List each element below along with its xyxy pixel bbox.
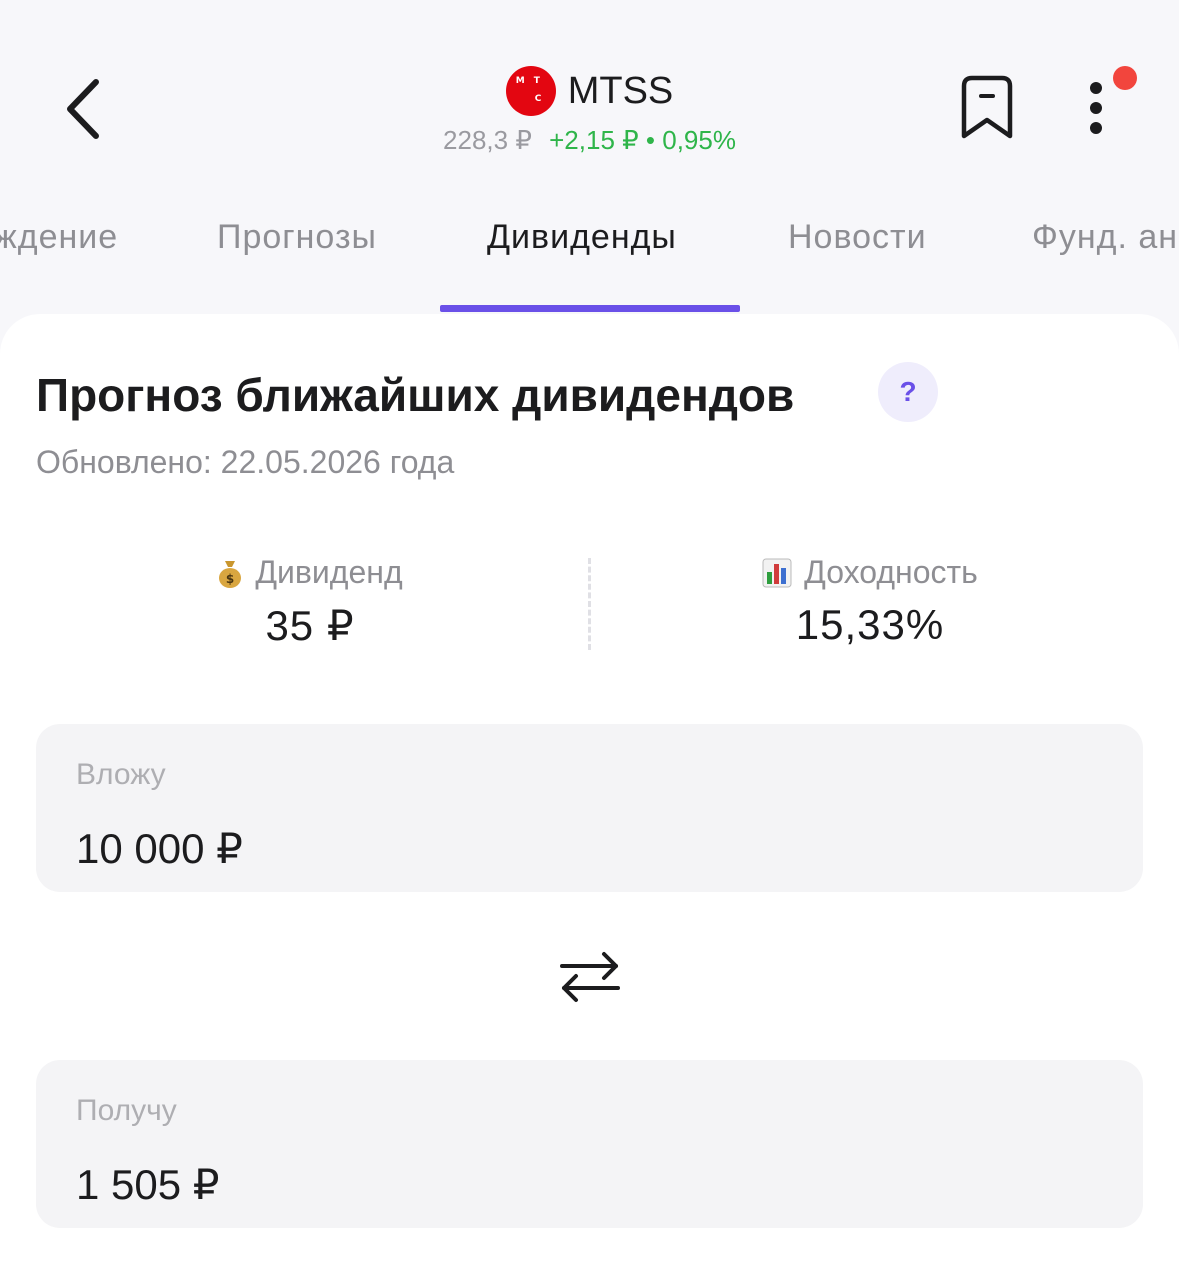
tab-forecasts[interactable]: Прогнозы [217, 218, 377, 257]
yield-value: 15,33% [795, 601, 945, 648]
invest-label: Вложу [76, 758, 166, 791]
logo-letter: С [534, 94, 542, 104]
stock-price: 228,3 ₽ [443, 125, 532, 155]
tab-bar: ждение Прогнозы Дивиденды Новости Фунд. … [0, 200, 1179, 312]
yield-label: Доходность [804, 554, 978, 590]
dividend-label: Дивиденд [255, 554, 403, 590]
dividend-stat: $ Дивиденд 35 ₽ [150, 554, 470, 650]
tab-news[interactable]: Новости [788, 218, 927, 257]
logo-letter: М [515, 76, 525, 86]
bar-chart-icon [762, 558, 792, 587]
tab-dividends[interactable]: Дивиденды [487, 218, 677, 257]
receive-label: Получу [76, 1094, 177, 1127]
money-bag-icon: $ [219, 560, 242, 588]
dividend-forecast-card: Прогноз ближайших дивидендов ? Обновлено… [0, 314, 1179, 1276]
invest-value[interactable]: 10 000 ₽ [76, 824, 243, 873]
tab-overview[interactable]: ждение [0, 218, 118, 257]
top-bar: М Т С MTSS 228,3 ₽ +2,15 ₽ • 0,95% [0, 0, 1179, 180]
mts-logo: М Т С [505, 66, 556, 116]
receive-value[interactable]: 1 505 ₽ [76, 1160, 220, 1209]
tab-fundamental[interactable]: Фунд. ан [1032, 218, 1178, 257]
help-button[interactable]: ? [878, 362, 938, 422]
bookmark-icon[interactable] [956, 74, 1018, 142]
swap-arrows-icon[interactable] [556, 942, 624, 1010]
ticker-symbol: MTSS [567, 69, 674, 112]
dividend-value: 35 ₽ [265, 602, 355, 649]
price-change: +2,15 ₽ • 0,95% [549, 125, 736, 155]
card-title: Прогноз ближайших дивидендов [36, 369, 795, 421]
stat-divider [588, 558, 591, 650]
more-options-icon[interactable] [1076, 76, 1116, 140]
svg-text:$: $ [226, 572, 234, 586]
updated-date: Обновлено: 22.05.2026 года [36, 444, 455, 480]
notification-dot [1113, 66, 1137, 90]
active-tab-indicator [440, 305, 740, 312]
invest-field[interactable]: Вложу 10 000 ₽ [36, 724, 1143, 892]
logo-letter: Т [533, 76, 540, 86]
receive-field[interactable]: Получу 1 505 ₽ [36, 1060, 1143, 1228]
yield-stat: Доходность 15,33% [700, 554, 1040, 649]
